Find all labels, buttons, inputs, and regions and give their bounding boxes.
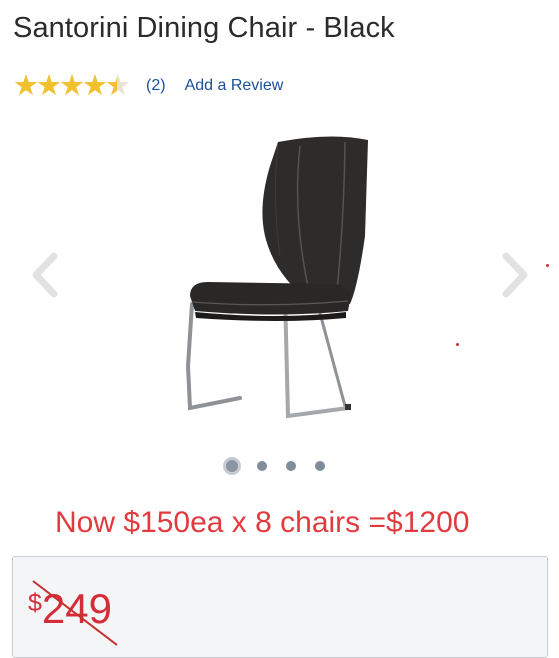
carousel-dot-3[interactable] bbox=[286, 461, 296, 471]
product-title: Santorini Dining Chair - Black bbox=[13, 12, 395, 44]
price-card: $249 bbox=[12, 556, 548, 658]
add-review-link[interactable]: Add a Review bbox=[185, 77, 284, 95]
image-speck bbox=[456, 343, 459, 346]
star-rating-fill: ★★★★★ bbox=[13, 72, 117, 100]
strikethrough-mark bbox=[32, 580, 118, 646]
carousel-dot-1[interactable] bbox=[223, 457, 241, 475]
carousel-dot-2[interactable] bbox=[257, 461, 267, 471]
chevron-right-icon[interactable] bbox=[494, 250, 534, 300]
image-speck bbox=[546, 264, 549, 267]
image-carousel bbox=[0, 120, 559, 440]
carousel-dot-4[interactable] bbox=[315, 461, 325, 471]
review-count-link[interactable]: (2) bbox=[146, 77, 166, 95]
product-image bbox=[185, 136, 368, 419]
star-rating[interactable]: ★★★★★ ★★★★★ bbox=[13, 72, 131, 101]
chevron-left-icon[interactable] bbox=[26, 250, 66, 300]
carousel-pagination bbox=[223, 456, 344, 476]
price-annotation: Now $150ea x 8 chairs =$1200 bbox=[55, 506, 470, 539]
rating-row: ★★★★★ ★★★★★ (2) Add a Review bbox=[13, 72, 284, 101]
